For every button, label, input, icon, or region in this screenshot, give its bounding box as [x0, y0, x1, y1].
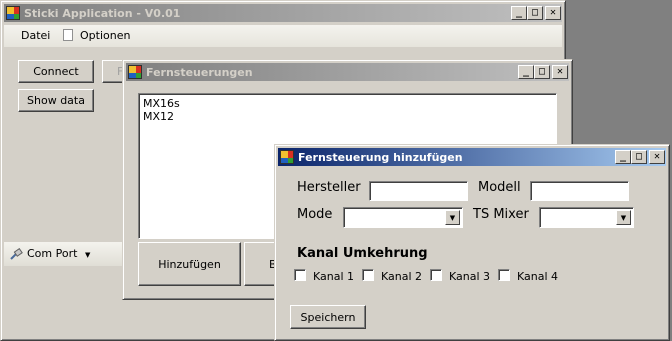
add-remote-dialog: Fernsteuerung hinzufügen _ □ ✕ Herstelle…	[274, 144, 670, 341]
kanal-3-checkbox[interactable]	[430, 269, 442, 281]
app-icon	[6, 6, 20, 20]
main-titlebar[interactable]: Sticki Application - V0.01 _ □ ✕	[4, 4, 562, 22]
chevron-down-icon[interactable]: ▼	[445, 210, 460, 225]
app-icon	[128, 65, 142, 79]
dialog-titlebar[interactable]: Fernsteuerung hinzufügen _ □ ✕	[278, 148, 666, 166]
maximize-button[interactable]: □	[527, 6, 543, 20]
mode-label: Mode	[297, 207, 333, 222]
show-data-button[interactable]: Show data	[18, 89, 94, 112]
hersteller-label: Hersteller	[297, 180, 361, 195]
comport-label: Com Port	[27, 247, 78, 260]
options-icon	[63, 29, 73, 41]
hersteller-input[interactable]	[369, 181, 468, 201]
maximize-button[interactable]: □	[631, 150, 647, 164]
kanal-1-checkbox[interactable]	[294, 269, 306, 281]
modell-input[interactable]	[530, 181, 629, 201]
minimize-button[interactable]: _	[615, 150, 631, 164]
plug-icon	[10, 247, 23, 260]
connect-button[interactable]: Connect	[18, 60, 94, 83]
chevron-down-icon: ▼	[84, 251, 91, 259]
section-title: Kanal Umkehrung	[297, 246, 428, 261]
add-remote-button[interactable]: Hinzufügen	[138, 242, 241, 286]
close-button[interactable]: ✕	[545, 6, 561, 20]
menu-optionen[interactable]: Optionen	[80, 29, 130, 42]
close-button[interactable]: ✕	[552, 65, 568, 79]
menu-datei[interactable]: Datei	[21, 29, 50, 42]
tsmixer-select[interactable]: ▼	[539, 207, 634, 228]
remotes-window-title: Fernsteuerungen	[146, 65, 253, 79]
maximize-button[interactable]: □	[534, 65, 550, 79]
modell-label: Modell	[478, 180, 521, 195]
chevron-down-icon[interactable]: ▼	[616, 210, 631, 225]
minimize-button[interactable]: _	[518, 65, 534, 79]
app-icon	[280, 150, 294, 164]
mode-select[interactable]: ▼	[343, 207, 463, 228]
close-button[interactable]: ✕	[649, 150, 665, 164]
kanal-4-checkbox[interactable]	[498, 269, 510, 281]
minimize-button[interactable]: _	[511, 6, 527, 20]
kanal-2-checkbox[interactable]	[362, 269, 374, 281]
dialog-title: Fernsteuerung hinzufügen	[298, 150, 463, 164]
list-item[interactable]: MX16s	[143, 97, 552, 110]
kanal-1-label: Kanal 1	[313, 270, 355, 283]
main-window-title: Sticki Application - V0.01	[24, 6, 181, 20]
kanal-4-label: Kanal 4	[517, 270, 559, 283]
kanal-3-label: Kanal 3	[449, 270, 491, 283]
status-strip: Com Port ▼	[4, 242, 124, 266]
menu-bar: Datei Optionen	[4, 25, 562, 47]
list-item[interactable]: MX12	[143, 110, 552, 123]
remotes-titlebar[interactable]: Fernsteuerungen _ □ ✕	[126, 63, 569, 81]
save-button[interactable]: Speichern	[290, 305, 366, 329]
tsmixer-label: TS Mixer	[473, 207, 529, 222]
kanal-2-label: Kanal 2	[381, 270, 423, 283]
comport-dropdown[interactable]: Com Port ▼	[27, 247, 90, 260]
